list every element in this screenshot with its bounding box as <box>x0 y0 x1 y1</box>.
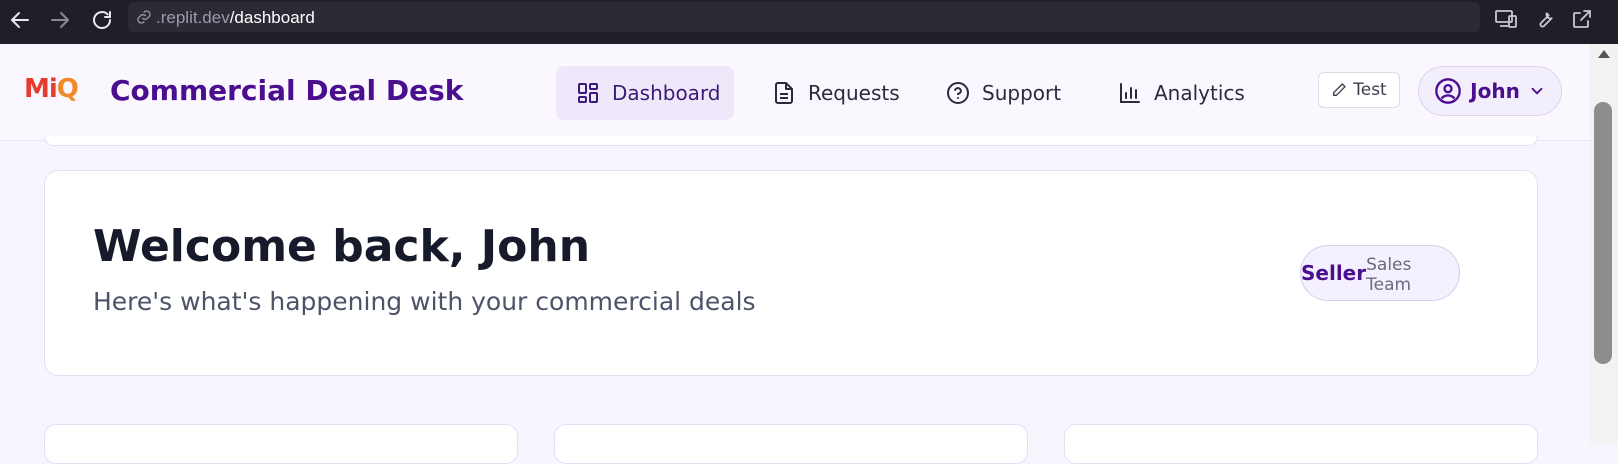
logo-letter-i: i <box>48 74 58 104</box>
app-header: MiQ Commercial Deal Desk Dashboard Reque… <box>0 44 1590 141</box>
stat-card <box>554 424 1028 464</box>
nav-requests-label: Requests <box>808 81 900 105</box>
scroll-thumb[interactable] <box>1594 102 1612 364</box>
page-scrollbar[interactable] <box>1590 44 1618 444</box>
logo-letter-q: Q <box>56 74 79 104</box>
welcome-title: Welcome back, John <box>93 221 591 272</box>
user-circle-icon <box>1435 78 1461 104</box>
url-path: /dashboard <box>229 8 315 27</box>
browser-toolbar: .replit.dev/dashboard <box>0 0 1618 44</box>
nav-requests[interactable]: Requests <box>752 66 920 120</box>
logo-letter-m: M <box>24 74 50 104</box>
welcome-card: Welcome back, John Here's what's happeni… <box>44 170 1538 376</box>
back-arrow-icon[interactable] <box>8 8 32 32</box>
devices-icon[interactable] <box>1494 7 1518 31</box>
pencil-icon <box>1333 83 1346 96</box>
user-name: John <box>1470 79 1520 103</box>
forward-arrow-icon[interactable] <box>48 8 72 32</box>
nav-dashboard-label: Dashboard <box>612 81 721 105</box>
role-badge: Seller Sales Team <box>1300 245 1460 301</box>
wrench-icon[interactable] <box>1532 7 1556 31</box>
team-label: Sales Team <box>1366 255 1412 295</box>
test-button-label: Test <box>1353 80 1387 100</box>
app-title[interactable]: Commercial Deal Desk <box>110 74 463 107</box>
miq-logo[interactable]: MiQ <box>24 74 79 104</box>
help-circle-icon <box>947 82 969 104</box>
url-domain: .replit.dev <box>156 8 230 27</box>
reload-icon[interactable] <box>90 8 114 32</box>
nav-dashboard[interactable]: Dashboard <box>556 66 734 120</box>
nav-analytics[interactable]: Analytics <box>1098 66 1265 120</box>
nav-support[interactable]: Support <box>926 66 1081 120</box>
nav-support-label: Support <box>982 81 1062 105</box>
stat-card <box>1064 424 1538 464</box>
scroll-up-arrow-icon[interactable] <box>1598 50 1610 58</box>
welcome-subtitle: Here's what's happening with your commer… <box>93 287 756 316</box>
stat-card <box>44 424 518 464</box>
dashboard-grid-icon <box>578 83 598 103</box>
url-text: .replit.dev/dashboard <box>156 8 315 28</box>
open-external-icon[interactable] <box>1570 7 1594 31</box>
chevron-down-icon <box>1531 87 1543 95</box>
user-menu-button[interactable]: John <box>1418 66 1562 116</box>
nav-analytics-label: Analytics <box>1154 81 1245 105</box>
role-label: Seller <box>1301 261 1367 285</box>
previous-card-edge <box>44 136 1538 146</box>
bar-chart-icon <box>1120 83 1140 103</box>
document-icon <box>775 82 793 104</box>
link-icon <box>137 10 151 24</box>
address-bar[interactable]: .replit.dev/dashboard <box>128 2 1480 32</box>
test-button[interactable]: Test <box>1318 72 1400 108</box>
